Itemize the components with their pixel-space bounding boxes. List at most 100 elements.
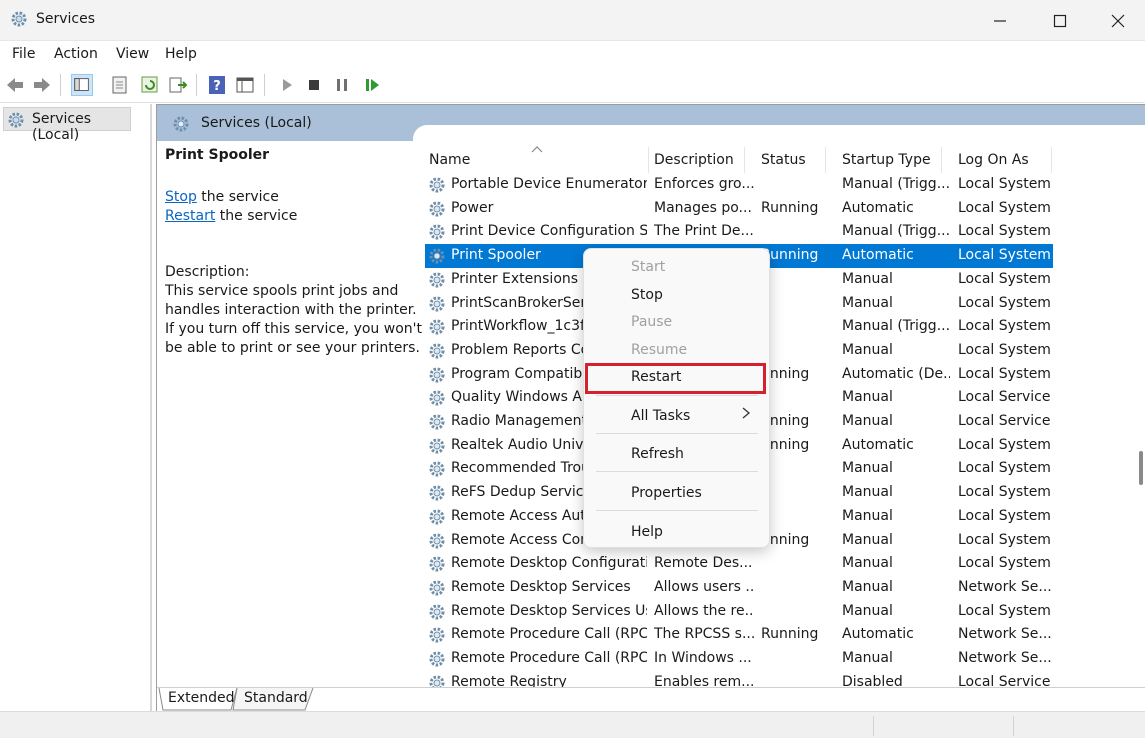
restart-service-link[interactable]: Restart — [165, 208, 215, 224]
refresh-icon[interactable] — [139, 74, 161, 96]
cell-log-on-as: Local System — [958, 318, 1051, 335]
stop-service-text: the service — [196, 189, 279, 205]
cell-startup-type: Manual — [842, 413, 893, 429]
table-row[interactable]: Portable Device Enumerator ... Enforces g… — [425, 173, 1053, 197]
window-title: Services — [36, 11, 96, 27]
description-text-line: If you turn off this service, you won't — [165, 321, 422, 337]
cell-status: Running — [761, 626, 819, 643]
cell-name: Remote Desktop Configurati... — [451, 555, 647, 572]
menu-action[interactable]: Action — [54, 46, 98, 62]
close-icon — [1111, 14, 1125, 28]
table-row[interactable]: Remote Procedure Call (RPC) The RPCSS s..… — [425, 623, 1053, 647]
table-row[interactable]: Remote Procedure Call (RPC)... In Windows… — [425, 647, 1053, 671]
cell-log-on-as: Local System — [958, 436, 1051, 453]
context-menu-resume[interactable]: Resume — [631, 342, 687, 358]
context-menu-refresh[interactable]: Refresh — [631, 446, 684, 462]
cell-log-on-as: Local System — [958, 341, 1051, 358]
menu-help[interactable]: Help — [165, 46, 197, 62]
column-header-label: Description — [654, 152, 734, 168]
close-button[interactable] — [1089, 0, 1145, 41]
context-menu: Start Stop Pause Resume Restart All Task… — [583, 248, 770, 548]
minimize-button[interactable] — [971, 0, 1029, 41]
cell-log-on-as: Local System — [958, 294, 1051, 311]
context-menu-all-tasks[interactable]: All Tasks — [631, 408, 690, 424]
menu-file[interactable]: File — [12, 46, 35, 62]
cell-log-on-as: Local Service — [958, 413, 1051, 429]
cell-log-on-as: Local System — [958, 176, 1051, 192]
description-text-line: This service spools print jobs and — [165, 283, 399, 299]
cell-startup-type: Manual — [842, 578, 893, 595]
back-arrow-icon[interactable] — [4, 74, 26, 96]
view-tabs: Extended Standard — [157, 687, 1145, 711]
cell-log-on-as: Local Service — [958, 389, 1051, 406]
column-header-status[interactable]: Status — [745, 147, 826, 173]
cell-log-on-as: Local System — [958, 531, 1051, 548]
service-gear-icon — [429, 343, 445, 359]
menu-view[interactable]: View — [116, 46, 149, 62]
table-row[interactable]: Power Manages po... Running Automatic Local … — [425, 197, 1053, 221]
table-row[interactable]: Print Device Configuration S... The Print… — [425, 220, 1053, 244]
scrollbar-thumb[interactable] — [1139, 451, 1143, 485]
context-menu-properties[interactable]: Properties — [631, 485, 702, 501]
cell-log-on-as: Network Se... — [958, 650, 1052, 666]
cell-log-on-as: Local System — [958, 507, 1051, 524]
toolbar-separator — [60, 74, 61, 96]
pause-service-icon[interactable] — [331, 74, 353, 96]
svg-text:?: ? — [213, 79, 221, 94]
vertical-scrollbar[interactable] — [1135, 141, 1145, 687]
cell-name: Remote Desktop Services — [451, 578, 631, 595]
sort-ascending-icon — [531, 146, 543, 153]
title-bar: Services — [0, 0, 1145, 41]
show-hide-console-tree-icon[interactable] — [71, 74, 93, 96]
context-menu-separator — [596, 471, 758, 472]
stop-service-line: Stop the service — [165, 189, 279, 205]
cell-name: Power — [451, 199, 494, 216]
table-row[interactable]: Remote Desktop Services Us... Allows the … — [425, 600, 1053, 624]
cell-log-on-as: Network Se... — [958, 578, 1052, 595]
cell-log-on-as: Local System — [958, 602, 1051, 619]
stop-service-link[interactable]: Stop — [165, 189, 197, 205]
help-icon[interactable]: ? — [206, 74, 228, 96]
restart-highlight-annotation — [585, 363, 766, 394]
service-gear-icon — [429, 390, 445, 406]
restart-service-icon[interactable] — [361, 74, 383, 96]
service-gear-icon — [429, 651, 445, 667]
column-header-startup-type[interactable]: Startup Type — [826, 147, 942, 173]
service-gear-icon — [429, 367, 445, 383]
column-header-label: Name — [429, 152, 471, 168]
table-row[interactable]: Remote Desktop Configurati... Remote Des.… — [425, 552, 1053, 576]
service-gear-icon — [429, 224, 445, 240]
tab-extended[interactable]: Extended — [168, 688, 235, 710]
cell-description: Allows the re... — [654, 602, 754, 619]
cell-description: Enables rem... — [654, 673, 754, 687]
cell-startup-type: Automatic — [842, 247, 914, 264]
service-gear-icon — [429, 438, 445, 454]
export-list-icon[interactable] — [167, 74, 189, 96]
context-menu-pause[interactable]: Pause — [631, 314, 672, 330]
cell-description: The Print De... — [654, 223, 754, 240]
context-menu-stop[interactable]: Stop — [631, 287, 663, 303]
properties-sheet-icon[interactable] — [109, 74, 131, 96]
extended-description-pane: Print Spooler Stop the service Restart t… — [157, 141, 422, 687]
context-menu-help[interactable]: Help — [631, 524, 663, 540]
column-header-log-on-as[interactable]: Log On As — [942, 147, 1052, 173]
start-service-icon[interactable] — [276, 74, 298, 96]
tab-standard[interactable]: Standard — [244, 688, 308, 710]
tree-item-services-local[interactable]: Services (Local) — [3, 107, 131, 143]
cell-startup-type: Manual — [842, 294, 893, 311]
mmc-window-icon[interactable] — [234, 74, 256, 96]
stop-service-icon[interactable] — [303, 74, 325, 96]
context-menu-separator — [596, 510, 758, 511]
cell-name: Remote Procedure Call (RPC)... — [451, 650, 647, 666]
context-menu-start[interactable]: Start — [631, 259, 665, 275]
table-row[interactable]: Remote Registry Enables rem... Disabled Loc… — [425, 671, 1053, 687]
pane-header-title: Services (Local) — [201, 115, 312, 131]
table-row[interactable]: Remote Desktop Services Allows users ... M… — [425, 576, 1053, 600]
cell-log-on-as: Local Service — [958, 673, 1051, 687]
column-header-name[interactable]: Name — [413, 146, 649, 173]
cell-startup-type: Manual — [842, 555, 893, 572]
forward-arrow-icon[interactable] — [31, 74, 53, 96]
maximize-button[interactable] — [1031, 0, 1089, 41]
column-header-description[interactable]: Description — [638, 147, 745, 173]
status-bar-separator — [1013, 716, 1014, 736]
